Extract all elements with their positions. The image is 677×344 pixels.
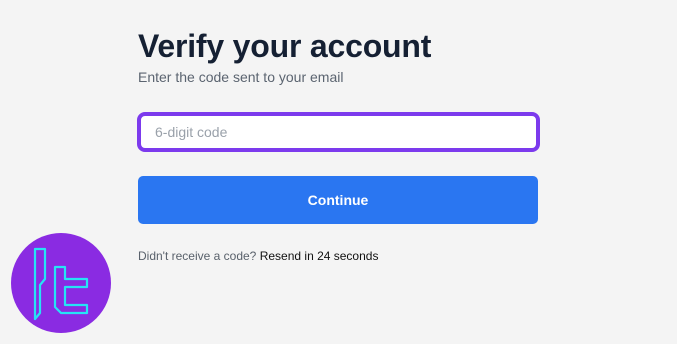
resend-timer: Resend in 24 seconds [259, 249, 379, 263]
continue-button[interactable]: Continue [138, 176, 538, 224]
resend-row: Didn't receive a code? Resend in 24 seco… [138, 248, 378, 264]
code-input[interactable] [137, 112, 540, 152]
page-subtitle: Enter the code sent to your email [138, 69, 344, 85]
resend-prompt: Didn't receive a code? [138, 249, 257, 263]
page-title: Verify your account [138, 28, 432, 64]
tc-logo-icon [11, 233, 111, 333]
